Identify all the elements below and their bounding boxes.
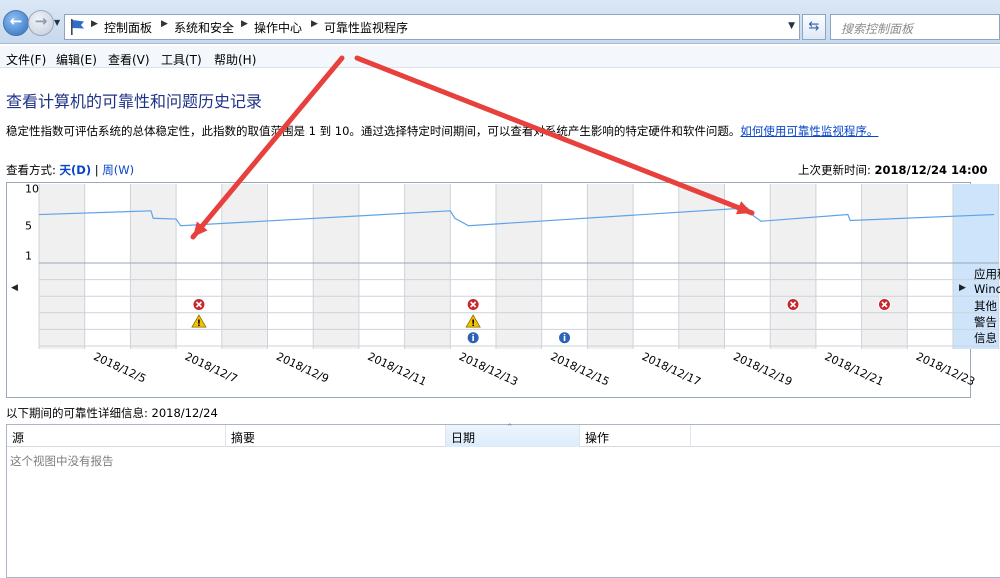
reliability-chart[interactable]: 10 5 1!! i i 2018/12/5 2018/12/7 2018/12/9 2018/…	[6, 55, 1000, 398]
day-column	[313, 184, 359, 349]
day-column	[84, 184, 131, 349]
breadcrumb-reliability-monitor[interactable]: 可靠性监视程序	[324, 19, 408, 36]
breadcrumb-separator-icon: ▶	[311, 19, 318, 29]
y-tick-label: 1	[25, 250, 32, 263]
column-summary-label: 摘要	[231, 431, 256, 445]
breadcrumb-separator-icon: ▶	[241, 19, 248, 29]
view-week-link[interactable]: 周(W)	[102, 163, 134, 177]
forward-arrow-icon: →	[34, 12, 48, 30]
x-tick-label: 2018/12/21	[823, 350, 886, 389]
row-label-app-failures: 应用程	[974, 267, 1000, 281]
last-updated: 上次更新时间: 2018/12/24 14:00	[798, 162, 988, 178]
column-action-label: 操作	[585, 431, 610, 445]
x-tick-label: 2018/12/9	[274, 350, 331, 386]
day-column	[541, 184, 588, 349]
day-column	[130, 184, 177, 349]
page-description: 稳定性指数可评估系统的总体稳定性，此指数的取值范围是 1 到 10。通过选择特定…	[6, 123, 878, 139]
menu-view[interactable]: 查看(V)	[108, 51, 150, 68]
last-updated-label: 上次更新时间:	[798, 163, 871, 177]
back-button[interactable]: ←	[3, 10, 29, 36]
day-column	[404, 184, 451, 349]
breadcrumb-system-security[interactable]: 系统和安全	[174, 19, 234, 36]
day-column	[907, 184, 953, 349]
column-date[interactable]: 日期 ⌃	[446, 423, 580, 447]
details-title: 以下期间的可靠性详细信息: 2018/12/24	[6, 406, 218, 420]
menu-file[interactable]: 文件(F)	[6, 51, 46, 68]
breadcrumb-action-center[interactable]: 操作中心	[254, 19, 302, 36]
info-mark: i	[563, 334, 566, 344]
row-label-information: 信息	[974, 331, 997, 345]
help-link[interactable]: 如何使用可靠性监视程序。	[740, 124, 878, 138]
last-updated-value: 2018/12/24 14:00	[874, 163, 988, 177]
breadcrumb[interactable]: ▶ 控制面板 ▶ 系统和安全 ▶ 操作中心 ▶ 可靠性监视程序 ▼	[64, 14, 800, 40]
day-column	[633, 184, 679, 349]
day-column	[770, 184, 816, 349]
day-column	[267, 184, 314, 349]
x-tick-label: 2018/12/7	[183, 350, 240, 386]
column-source[interactable]: 源	[7, 425, 226, 447]
day-column	[861, 184, 908, 349]
address-dropdown-icon[interactable]: ▼	[788, 21, 795, 31]
day-column	[587, 184, 634, 349]
column-source-label: 源	[12, 431, 25, 445]
column-summary[interactable]: 摘要	[226, 425, 446, 447]
back-arrow-icon: ←	[9, 12, 23, 30]
menu-edit[interactable]: 编辑(E)	[56, 51, 97, 68]
action-center-flag-icon	[71, 19, 84, 35]
reliability-chart-svg: 10 5 1! ! i i 2018/12/5 2018/12/7 2018/12/9 2018/…	[25, 55, 1000, 389]
scroll-right-icon[interactable]: ▶	[959, 283, 966, 293]
refresh-button[interactable]: ⇆	[802, 14, 826, 40]
day-column	[496, 184, 542, 349]
recent-pages-dropdown-icon[interactable]: ▼	[54, 18, 60, 27]
x-tick-label: 2018/12/19	[731, 350, 794, 389]
x-tick-label: 2018/12/13	[457, 350, 520, 389]
refresh-icon: ⇆	[808, 19, 820, 34]
view-day-link[interactable]: 天(D)	[60, 163, 92, 177]
row-label-warnings: 警告	[974, 315, 997, 329]
x-tick-label: 2018/12/11	[366, 350, 429, 389]
y-tick-label: 5	[25, 220, 32, 233]
column-date-label: 日期	[451, 431, 476, 445]
address-bar: ← → ▼ ▶ 控制面板 ▶ 系统和安全 ▶ 操作中心 ▶ 可靠性监视程序 ▼ …	[0, 0, 1000, 44]
breadcrumb-separator-icon: ▶	[161, 19, 168, 29]
y-tick-label: 10	[25, 182, 39, 195]
breadcrumb-control-panel[interactable]: 控制面板	[104, 19, 152, 36]
page-title: 查看计算机的可靠性和问题历史记录	[6, 92, 263, 111]
day-column	[815, 184, 862, 349]
sort-ascending-icon: ⌃	[506, 423, 514, 433]
search-input[interactable]: 搜索控制面板	[830, 14, 1000, 40]
info-mark: i	[472, 334, 475, 344]
forward-button[interactable]: →	[28, 10, 54, 36]
menu-help[interactable]: 帮助(H)	[214, 51, 256, 68]
column-action[interactable]: 操作	[580, 425, 691, 447]
x-tick-label: 2018/12/15	[548, 350, 611, 389]
table-header: 源 摘要 日期 ⌃ 操作	[7, 423, 1000, 447]
empty-message: 这个视图中没有报告	[10, 454, 114, 468]
view-mode-label: 查看方式:	[6, 163, 56, 177]
day-column	[221, 184, 268, 349]
search-placeholder: 搜索控制面板	[841, 22, 914, 36]
breadcrumb-separator-icon: ▶	[91, 19, 98, 29]
details-table: 源 摘要 日期 ⌃ 操作 这个视图中没有报告	[6, 423, 1000, 578]
day-column	[358, 184, 405, 349]
warning-mark: !	[197, 319, 201, 329]
description-text: 稳定性指数可评估系统的总体稳定性，此指数的取值范围是 1 到 10。通过选择特定…	[6, 124, 741, 138]
x-tick-label: 2018/12/17	[640, 350, 703, 389]
menu-bar: 文件(F) 编辑(E) 查看(V) 工具(T) 帮助(H)	[0, 46, 1000, 68]
scroll-left-icon[interactable]: ◀	[11, 283, 18, 293]
view-mode-selector: 查看方式: 天(D) | 周(W)	[6, 162, 134, 178]
menu-tools[interactable]: 工具(T)	[161, 51, 202, 68]
row-label-windows-failures: Winc	[974, 282, 1000, 296]
row-label-misc-failures: 其他	[974, 299, 997, 313]
day-column	[39, 184, 85, 349]
x-tick-label: 2018/12/5	[91, 350, 148, 386]
x-tick-label: 2018/12/23	[914, 350, 977, 389]
day-column	[678, 184, 725, 349]
warning-mark: !	[471, 319, 475, 329]
view-separator: |	[94, 163, 99, 177]
